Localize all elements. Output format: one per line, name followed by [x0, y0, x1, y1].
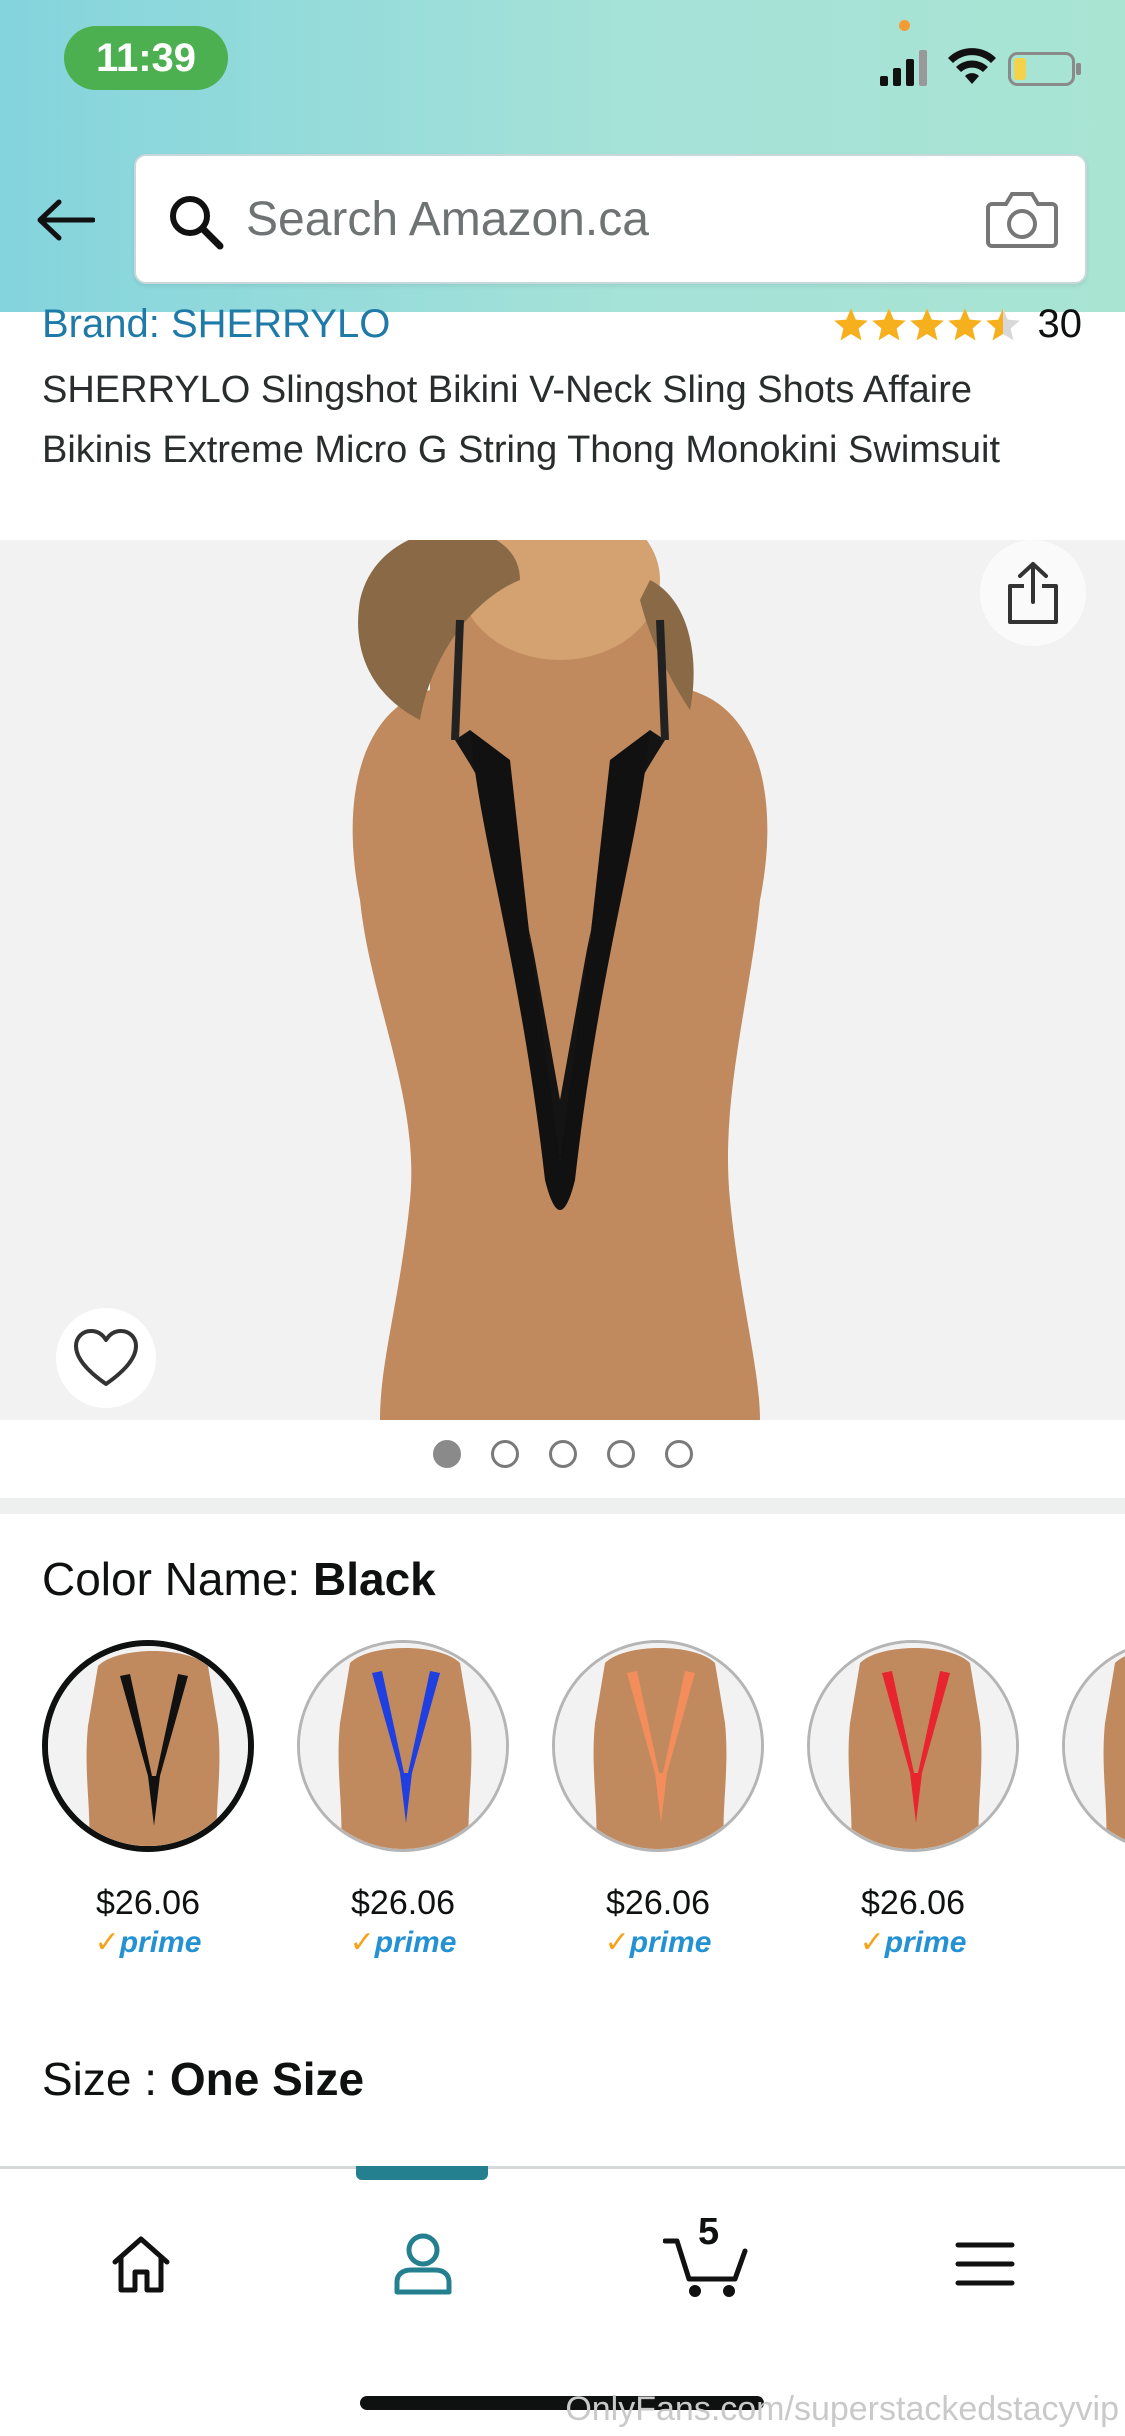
product-image[interactable]: [0, 540, 1125, 1420]
battery-icon: [1008, 52, 1081, 86]
bottom-nav: 5: [0, 2169, 1125, 2369]
color-swatch-red[interactable]: $26.06 ✓prime: [805, 1640, 1021, 1960]
color-swatches: $26.06 ✓prime $26.06 ✓prime $26.06 ✓prim…: [40, 1640, 1125, 1980]
arrow-left-icon: [37, 199, 95, 241]
rating[interactable]: 30: [832, 302, 1083, 347]
swatch-price: $26.06: [96, 1884, 200, 1922]
nav-home[interactable]: [96, 2219, 186, 2309]
search-box[interactable]: [134, 154, 1087, 284]
brand-row: Brand: SHERRYLO 30: [42, 302, 1082, 352]
star-full-icon: [833, 307, 868, 340]
status-time: 11:39: [64, 26, 228, 90]
status-bar: 11:39: [0, 0, 1125, 120]
star-full-icon: [909, 307, 944, 340]
carousel-dot[interactable]: [664, 1440, 693, 1468]
swatch-thumbnail: [1062, 1640, 1125, 1852]
swatch-thumbnail: [807, 1640, 1019, 1852]
product-title: SHERRYLO Slingshot Bikini V-Neck Sling S…: [42, 369, 1001, 471]
star-half-icon: [985, 307, 1020, 340]
image-carousel-dots: [0, 1440, 1125, 1476]
section-divider: [0, 1498, 1125, 1514]
carousel-dot[interactable]: [606, 1440, 635, 1468]
cart-count-badge: 5: [698, 2211, 720, 2253]
nav-account[interactable]: [378, 2219, 468, 2309]
color-swatch-blue[interactable]: $26.06 ✓prime: [295, 1640, 511, 1960]
swatch-thumbnail: [297, 1640, 509, 1852]
share-button[interactable]: [980, 540, 1086, 646]
watermark-text: OnlyFans.com/superstackedstacyvip: [565, 2390, 1119, 2428]
heart-icon: [74, 1329, 138, 1386]
swatch-thumbnail: [552, 1640, 764, 1852]
camera-icon[interactable]: [986, 188, 1058, 250]
color-swatch-black[interactable]: $26.06 ✓prime: [40, 1640, 256, 1960]
nav-menu[interactable]: [940, 2219, 1030, 2309]
hamburger-menu-icon: [955, 2242, 1015, 2286]
active-tab-indicator: [356, 2166, 488, 2180]
back-button[interactable]: [30, 185, 100, 255]
prime-badge: ✓prime: [349, 1926, 457, 1959]
size-label: Size : One Size: [42, 2052, 364, 2106]
user-icon: [394, 2233, 452, 2295]
carousel-dot[interactable]: [548, 1440, 577, 1468]
carousel-dot[interactable]: [490, 1440, 519, 1468]
cellular-signal-icon: [880, 50, 927, 86]
star-full-icon: [871, 307, 906, 340]
prime-badge: ✓prime: [859, 1926, 967, 1959]
swatch-thumbnail: [42, 1640, 254, 1852]
product-photo: [352, 540, 768, 1420]
carousel-dot[interactable]: [432, 1440, 461, 1468]
color-swatch-orange[interactable]: $26.06 ✓prime: [550, 1640, 766, 1960]
brand-link[interactable]: Brand: SHERRYLO: [42, 302, 390, 347]
color-label-text: Color Name:: [42, 1553, 301, 1605]
color-swatch-partial[interactable]: [1060, 1640, 1125, 1852]
add-to-wishlist-button[interactable]: [56, 1308, 156, 1408]
nav-cart[interactable]: 5: [658, 2211, 758, 2309]
share-icon: [1008, 562, 1058, 624]
swatch-price: $26.06: [606, 1884, 710, 1922]
search-icon: [170, 196, 224, 250]
prime-badge: ✓prime: [604, 1926, 712, 1959]
home-icon: [112, 2236, 170, 2293]
privacy-indicator-dot: [899, 20, 910, 31]
search-input[interactable]: [246, 156, 946, 282]
star-full-icon: [947, 307, 982, 340]
size-label-text: Size :: [42, 2053, 158, 2105]
size-selected-value: One Size: [169, 2053, 365, 2105]
prime-badge: ✓prime: [94, 1926, 202, 1959]
color-selected-value: Black: [312, 1553, 436, 1605]
swatch-price: $26.06: [861, 1884, 965, 1922]
header: 11:39: [0, 0, 1125, 312]
star-rating: [832, 306, 1022, 344]
swatch-price: $26.06: [351, 1884, 455, 1922]
wifi-icon: [948, 48, 996, 84]
rating-count: 30: [1037, 302, 1083, 346]
color-name-label: Color Name: Black: [42, 1552, 436, 1606]
